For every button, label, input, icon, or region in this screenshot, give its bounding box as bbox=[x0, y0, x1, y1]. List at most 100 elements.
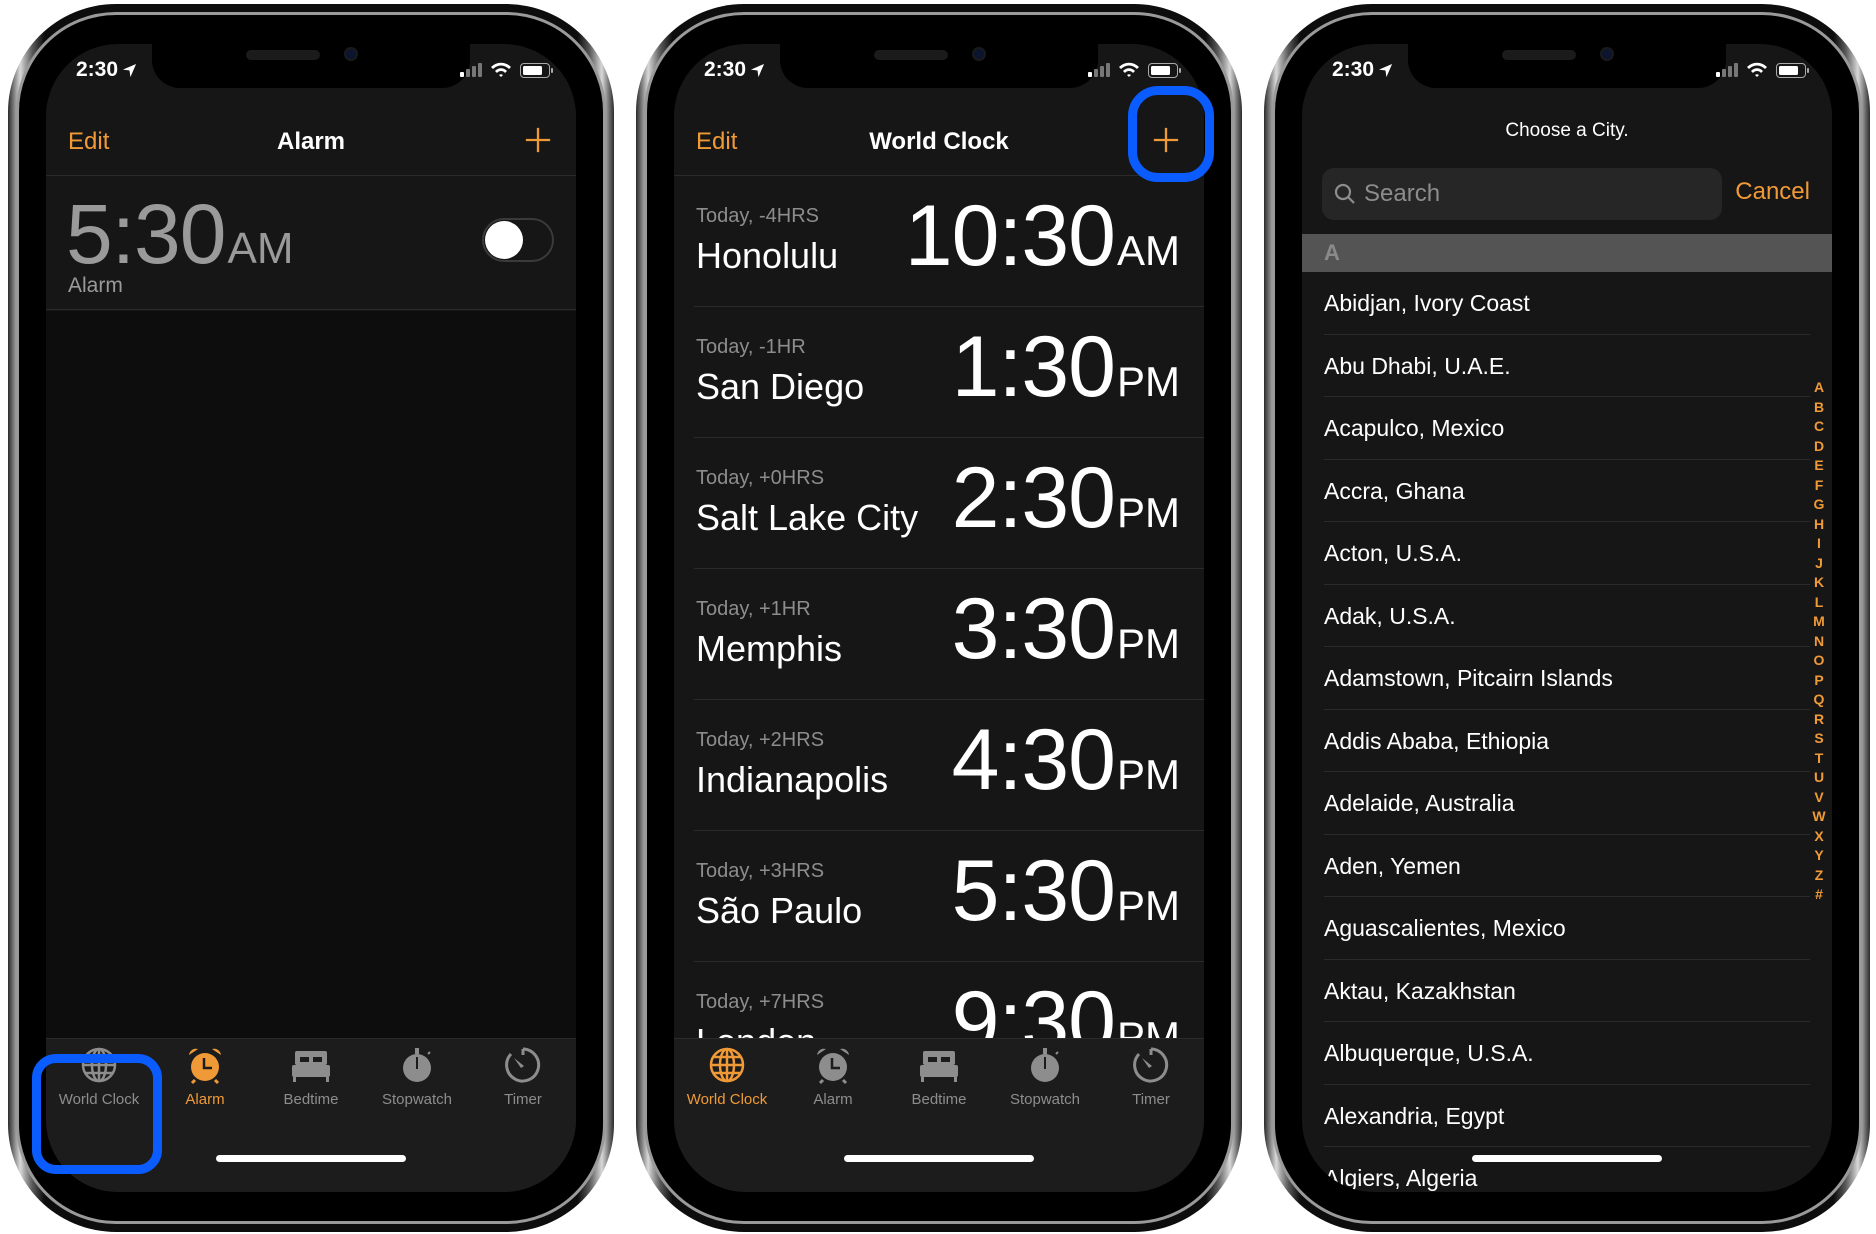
world-clock-row[interactable]: Today, +1HR Memphis 3:30 PM bbox=[694, 570, 1204, 700]
navigation-bar: Edit Alarm bbox=[46, 108, 576, 176]
city-time: 4:30 PM bbox=[951, 712, 1180, 808]
city-list-item[interactable]: Alexandria, Egypt bbox=[1324, 1085, 1810, 1147]
index-letter[interactable]: I bbox=[1817, 534, 1821, 554]
tab-bar: World Clock Alarm Bedtime Stopwatch Time… bbox=[46, 1038, 576, 1192]
globe-icon bbox=[707, 1045, 747, 1085]
index-letter[interactable]: U bbox=[1814, 768, 1824, 788]
battery-icon bbox=[1148, 62, 1181, 78]
index-letter[interactable]: H bbox=[1814, 515, 1824, 535]
index-letter[interactable]: X bbox=[1814, 827, 1823, 847]
search-input[interactable] bbox=[1364, 180, 1704, 208]
tab-world-clock[interactable]: World Clock bbox=[46, 1045, 152, 1108]
home-indicator[interactable] bbox=[844, 1155, 1034, 1162]
cancel-button[interactable]: Cancel bbox=[1735, 178, 1810, 206]
search-field[interactable] bbox=[1322, 168, 1722, 220]
index-letter[interactable]: F bbox=[1815, 476, 1824, 496]
index-letter[interactable]: Y bbox=[1814, 846, 1823, 866]
time-offset: Today, +1HR bbox=[696, 598, 811, 620]
index-letter[interactable]: W bbox=[1812, 807, 1825, 827]
tab-timer[interactable]: Timer bbox=[1098, 1045, 1204, 1108]
index-letter[interactable]: Z bbox=[1815, 866, 1824, 886]
city-list-item[interactable]: Aguascalientes, Mexico bbox=[1324, 897, 1810, 960]
index-letter[interactable]: P bbox=[1814, 671, 1823, 691]
home-indicator[interactable] bbox=[1472, 1155, 1662, 1162]
index-letter[interactable]: R bbox=[1814, 710, 1824, 730]
index-letter[interactable]: S bbox=[1814, 729, 1823, 749]
index-letter[interactable]: L bbox=[1815, 593, 1824, 613]
world-clock-row[interactable]: Today, +0HRS Salt Lake City 2:30 PM bbox=[694, 439, 1204, 569]
city-list-item[interactable]: Adak, U.S.A. bbox=[1324, 585, 1810, 647]
page-title: Choose a City. bbox=[1505, 120, 1629, 141]
edit-button[interactable]: Edit bbox=[696, 128, 737, 156]
city-list-item[interactable]: Adamstown, Pitcairn Islands bbox=[1324, 647, 1810, 710]
phone-world-clock: 2:30 Edit World Clock Today, -4HRS Honolu… bbox=[636, 4, 1242, 1232]
city-list-item[interactable]: Accra, Ghana bbox=[1324, 460, 1810, 522]
city-list-item[interactable]: Abidjan, Ivory Coast bbox=[1324, 272, 1810, 335]
city-list-item[interactable]: Addis Ababa, Ethiopia bbox=[1324, 710, 1810, 772]
tab-bedtime[interactable]: Bedtime bbox=[258, 1045, 364, 1108]
tab-world-clock[interactable]: World Clock bbox=[674, 1045, 780, 1108]
world-clock-row[interactable]: Today, +3HRS São Paulo 5:30 PM bbox=[694, 832, 1204, 962]
index-letter[interactable]: V bbox=[1814, 788, 1823, 808]
world-clock-screen: 2:30 Edit World Clock Today, -4HRS Honolu… bbox=[674, 44, 1204, 1192]
choose-city-screen: 2:30 Choose a City. Cancel A Abidjan, Iv… bbox=[1302, 44, 1832, 1192]
search-icon bbox=[1334, 183, 1356, 205]
section-header: A bbox=[1302, 234, 1832, 272]
time-offset: Today, +7HRS bbox=[696, 991, 825, 1013]
location-icon bbox=[750, 63, 765, 78]
index-letter[interactable]: J bbox=[1815, 554, 1823, 574]
index-letter[interactable]: D bbox=[1814, 437, 1824, 457]
index-letter[interactable]: A bbox=[1814, 378, 1824, 398]
index-letter[interactable]: G bbox=[1814, 495, 1825, 515]
city-time: 3:30 PM bbox=[951, 581, 1180, 677]
index-letter[interactable]: Q bbox=[1814, 690, 1825, 710]
city-list-item[interactable]: Abu Dhabi, U.A.E. bbox=[1324, 335, 1810, 397]
index-letter[interactable]: N bbox=[1814, 632, 1824, 652]
index-letter[interactable]: T bbox=[1815, 749, 1824, 769]
city-list-item[interactable]: Albuquerque, U.S.A. bbox=[1324, 1022, 1810, 1085]
location-icon bbox=[1378, 63, 1393, 78]
alarm-list-item[interactable]: 5:30 AM Alarm bbox=[46, 176, 576, 310]
world-clock-row[interactable]: Today, -1HR San Diego 1:30 PM bbox=[694, 308, 1204, 438]
city-list-item[interactable]: Acapulco, Mexico bbox=[1324, 397, 1810, 460]
bed-icon bbox=[291, 1045, 331, 1085]
city-name: San Diego bbox=[696, 366, 865, 407]
cellular-signal-icon bbox=[1716, 63, 1738, 77]
phone-alarm: 2:30 Edit Alarm 5:30 AM Alarm World Cloc… bbox=[8, 4, 614, 1232]
tab-alarm[interactable]: Alarm bbox=[780, 1045, 886, 1108]
wifi-icon bbox=[1118, 62, 1140, 78]
index-letter[interactable]: B bbox=[1814, 398, 1824, 418]
cellular-signal-icon bbox=[1088, 63, 1110, 77]
index-letter[interactable]: E bbox=[1814, 456, 1823, 476]
tab-alarm[interactable]: Alarm bbox=[152, 1045, 258, 1108]
alphabet-index[interactable]: A B C D E F G H I J K L M N O P Q R S T U V W X Y Z # bbox=[1810, 378, 1828, 905]
add-city-button[interactable] bbox=[1144, 118, 1188, 162]
home-indicator[interactable] bbox=[216, 1155, 406, 1162]
index-letter[interactable]: K bbox=[1814, 573, 1824, 593]
city-list-item[interactable]: Algiers, Algeria bbox=[1324, 1147, 1810, 1192]
tab-timer[interactable]: Timer bbox=[470, 1045, 576, 1108]
battery-icon bbox=[1776, 62, 1809, 78]
index-letter[interactable]: C bbox=[1814, 417, 1824, 437]
alarm-toggle[interactable] bbox=[482, 218, 554, 262]
tab-stopwatch[interactable]: Stopwatch bbox=[992, 1045, 1098, 1108]
tab-bedtime[interactable]: Bedtime bbox=[886, 1045, 992, 1108]
time-offset: Today, +0HRS bbox=[696, 467, 825, 489]
city-list-item[interactable]: Aktau, Kazakhstan bbox=[1324, 960, 1810, 1022]
edit-button[interactable]: Edit bbox=[68, 128, 109, 156]
index-letter[interactable]: # bbox=[1815, 885, 1823, 905]
status-bar-indicators bbox=[1716, 62, 1809, 78]
alarm-screen: 2:30 Edit Alarm 5:30 AM Alarm World Cloc… bbox=[46, 44, 576, 1192]
world-clock-row[interactable]: Today, -4HRS Honolulu 10:30 AM bbox=[694, 177, 1204, 307]
city-list-item[interactable]: Aden, Yemen bbox=[1324, 835, 1810, 897]
world-clock-row[interactable]: Today, +2HRS Indianapolis 4:30 PM bbox=[694, 701, 1204, 831]
index-letter[interactable]: M bbox=[1813, 612, 1825, 632]
add-alarm-button[interactable] bbox=[516, 118, 560, 162]
city-name: Honolulu bbox=[696, 235, 839, 276]
tab-stopwatch[interactable]: Stopwatch bbox=[364, 1045, 470, 1108]
city-name: Indianapolis bbox=[696, 759, 889, 800]
notch bbox=[780, 44, 1098, 88]
index-letter[interactable]: O bbox=[1814, 651, 1825, 671]
city-list-item[interactable]: Adelaide, Australia bbox=[1324, 772, 1810, 835]
city-list-item[interactable]: Acton, U.S.A. bbox=[1324, 522, 1810, 585]
